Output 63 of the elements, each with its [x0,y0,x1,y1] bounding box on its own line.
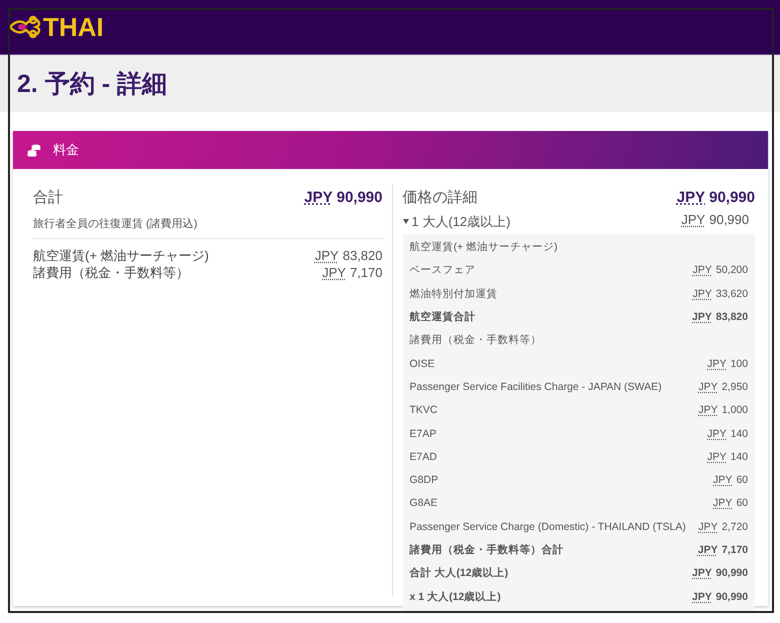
currency-code: JPY [713,474,732,486]
currency-code: JPY [698,520,718,533]
amount: 2,720 [722,520,748,533]
amount: 90,990 [709,212,749,227]
amount: 83,820 [716,311,748,324]
amount: 90,990 [336,189,382,206]
fee-label: G8DP [410,474,438,486]
currency-code: JPY [692,590,712,603]
amount: 7,170 [722,544,748,556]
currency-code: JPY [707,428,726,440]
fee-label: E7AD [410,450,437,463]
subtotal-label: 諸費用（税金・手数料等）合計 [410,543,564,557]
currency-code: JPY [681,212,706,227]
currency-code: JPY [322,265,346,280]
amount: 1,000 [722,404,748,416]
currency-code: JPY [707,358,726,370]
subtotal-label: 航空運賃合計 [410,310,476,324]
currency-code: JPY [676,189,706,206]
currency-code: JPY [314,248,339,263]
amount: 83,820 [342,248,382,263]
fee-label: OISE [410,358,435,370]
amount: 100 [730,358,748,370]
currency-code: JPY [692,264,712,276]
subtotal-label: x 1 大人(12歳以上) [410,590,501,604]
amount: 7,170 [350,265,382,280]
fee-label: E7AP [410,428,436,440]
currency-code: JPY [713,497,732,510]
amount: 90,990 [709,189,755,206]
group-heading: 諸費用（税金・手数料等） [410,333,542,348]
section-title: 料金 [53,141,79,159]
fare-label: 航空運賃(+ 燃油サーチャージ) [33,247,209,264]
subtotal-label: 合計 大人(12歳以上) [410,566,508,580]
passenger-toggle[interactable]: 1 大人(12歳以上) [402,212,510,230]
fee-label: Passenger Service Charge (Domestic) - THAILAND (TSLA) [410,520,686,533]
fee-label: TKVC [410,404,438,416]
fee-label: ベースフェア [410,263,476,278]
total-label: 合計 [33,188,63,207]
currency-code: JPY [698,544,718,556]
fare-note: 旅行者全員の往復運賃 (諸費用込) [33,212,382,239]
fee-label: Passenger Service Facilities Charge - JAPAN (SWAE) [410,380,662,393]
details-label: 価格の詳細 [402,188,478,207]
amount: 33,620 [716,288,748,300]
amount: 90,990 [716,590,748,603]
currency-code: JPY [707,450,726,463]
currency-code: JPY [698,404,718,416]
amount: 50,200 [716,264,748,276]
currency-code: JPY [692,567,712,580]
fee-label: G8AE [410,497,438,510]
currency-code: JPY [692,311,712,324]
amount: 90,990 [716,567,748,580]
page-title: 2. 予約 - 詳細 [17,69,168,100]
amount: 60 [736,474,748,486]
amount: 140 [730,450,748,463]
currency-code: JPY [698,380,718,393]
amount: 140 [730,428,748,440]
amount: 60 [736,497,748,510]
logo-text[interactable]: THAI [43,12,104,42]
group-heading: 航空運賃(+ 燃油サーチャージ) [410,240,558,254]
amount: 2,950 [722,380,748,393]
currency-code: JPY [304,189,333,206]
fare-label: 諸費用（税金・手数料等） [33,264,189,281]
fee-label: 燃油特別付加運賃 [410,286,498,301]
currency-code: JPY [692,288,712,300]
